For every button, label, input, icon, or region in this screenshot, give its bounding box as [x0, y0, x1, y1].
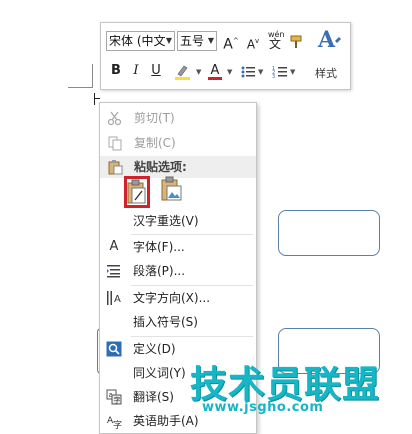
chevron-down-icon[interactable]: ▼: [196, 68, 201, 76]
font-color-label: A: [210, 63, 220, 78]
menu-separator: [131, 234, 253, 235]
phonetic-guide-button[interactable]: wén 文: [266, 29, 286, 51]
rounded-rectangle-shape[interactable]: [278, 210, 380, 256]
text-direction-icon: A: [107, 291, 121, 305]
chevron-down-icon[interactable]: ▼: [227, 68, 232, 76]
caret-down-icon: v: [255, 37, 260, 45]
styles-icon: A: [317, 27, 341, 51]
font-name-combo[interactable]: 宋体 (中文 ▼: [106, 31, 175, 51]
chevron-down-icon: ▼: [207, 36, 214, 45]
menu-item-label: 同义词(Y): [133, 366, 186, 380]
styles-button[interactable]: A 样式: [315, 27, 347, 80]
menu-item-hanzi-reselect[interactable]: 汉字重选(V): [99, 210, 255, 232]
crop-mark-vertical: [92, 64, 93, 88]
menu-item-label: 翻译(S): [133, 390, 174, 404]
menu-item-label: 汉字重选(V): [133, 214, 199, 228]
format-painter-icon: [290, 35, 302, 48]
bold-label: B: [111, 63, 121, 78]
highlighter-icon: [175, 65, 190, 80]
svg-text:字: 字: [113, 419, 122, 429]
underline-button[interactable]: U: [147, 61, 165, 81]
shrink-font-button[interactable]: Av: [244, 31, 262, 51]
numbered-list-icon: 1 2 3: [272, 66, 287, 80]
watermark-url: www.jsgho.com: [202, 400, 324, 415]
font-color-swatch: [208, 77, 222, 80]
grow-font-button[interactable]: A^: [222, 31, 240, 53]
font-size-value: 五号: [180, 34, 205, 48]
caret-up-icon: ^: [232, 37, 239, 45]
menu-item-label: 段落(P)...: [133, 264, 186, 278]
menu-item-label: 英语助手(A): [133, 414, 199, 428]
translate-icon: a 字: [106, 389, 122, 405]
font-color-button[interactable]: A: [205, 61, 225, 81]
menu-item-text-direction[interactable]: A 文字方向(X)...: [99, 287, 255, 309]
font-icon: A: [109, 239, 119, 254]
english-assistant-icon: A 字: [107, 416, 122, 429]
bullets-button[interactable]: [239, 61, 257, 81]
highlight-button[interactable]: [171, 61, 195, 81]
menu-item-paragraph[interactable]: 段落(P)...: [99, 260, 255, 282]
bold-button[interactable]: B: [107, 61, 125, 81]
menu-item-label: 插入符号(S): [133, 315, 198, 329]
menu-separator: [131, 285, 253, 286]
phonetic-char-icon: 文: [269, 37, 282, 51]
shrink-font-label: A: [246, 37, 256, 52]
font-size-combo[interactable]: 五号 ▼: [177, 31, 217, 51]
crop-mark-horizontal: [68, 87, 92, 88]
mini-toolbar: 宋体 (中文 ▼ 五号 ▼ A^ Av wén 文 A 样式 B I U ▼ A…: [100, 22, 351, 90]
menu-item-label: 定义(D): [133, 342, 176, 356]
menu-item-label: 字体(F)...: [133, 240, 185, 254]
text-cursor: [94, 93, 95, 105]
svg-text:A: A: [114, 294, 121, 305]
italic-button[interactable]: I: [127, 61, 145, 81]
underline-label: U: [151, 63, 161, 78]
grow-font-label: A: [223, 36, 233, 53]
styles-label: 样式: [315, 67, 337, 80]
define-search-icon: [106, 341, 122, 357]
svg-text:A: A: [317, 27, 336, 51]
font-name-value: 宋体 (中文: [109, 34, 166, 48]
menu-separator: [131, 336, 253, 337]
chevron-down-icon[interactable]: ▼: [258, 68, 263, 76]
menu-item-insert-symbol[interactable]: 插入符号(S): [99, 311, 255, 333]
format-painter-button[interactable]: [288, 31, 306, 51]
svg-text:3: 3: [272, 74, 275, 80]
paragraph-icon: [107, 265, 120, 278]
numbering-button[interactable]: 1 2 3: [271, 61, 289, 81]
italic-label: I: [133, 63, 139, 78]
chevron-down-icon[interactable]: ▼: [290, 68, 295, 76]
text-cursor-tick: [95, 98, 100, 99]
chevron-down-icon: ▼: [165, 36, 172, 45]
svg-text:字: 字: [114, 396, 121, 405]
menu-item-font[interactable]: A 字体(F)...: [99, 236, 255, 258]
bullet-list-icon: [241, 66, 255, 78]
menu-item-label: 文字方向(X)...: [133, 291, 211, 305]
